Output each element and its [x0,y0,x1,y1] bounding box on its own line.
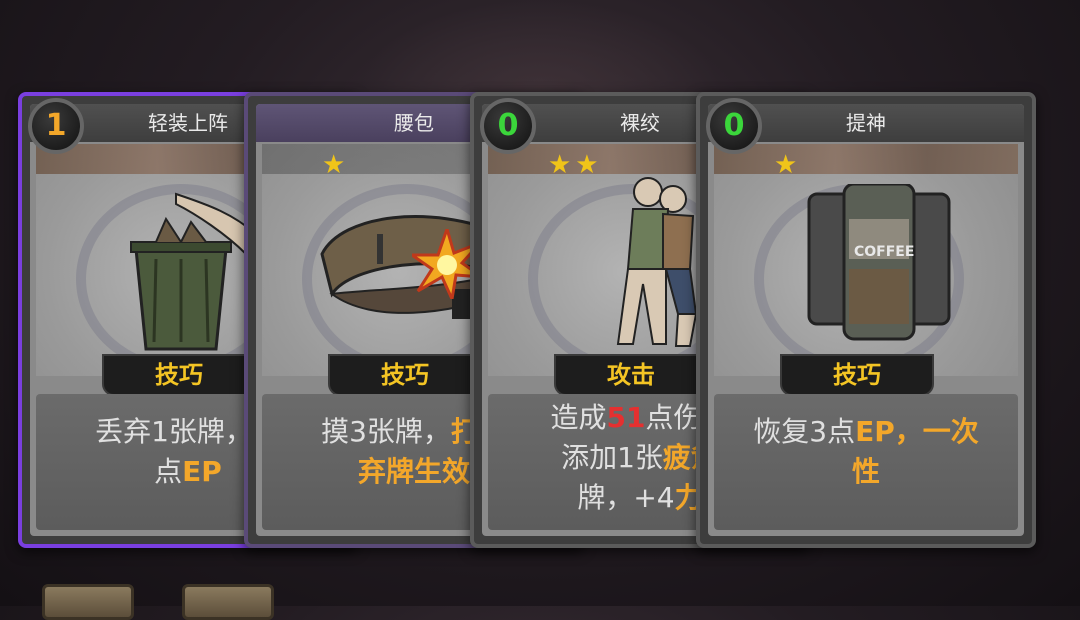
desc-highlight: ，一次 [894,415,979,448]
desc-text: 造成 [550,401,607,434]
energy-cost: 0 [480,98,536,154]
card-description: 恢复3点EP，一次 性 [714,394,1018,530]
bottom-hud-button[interactable] [42,584,134,620]
card-type-text: 攻击 [607,361,655,389]
desc-text: 恢复3点 [753,415,856,448]
card-type-text: 技巧 [833,361,881,389]
rarity-stars: ★ [774,150,802,180]
desc-text: 摸3张牌， [321,415,451,448]
desc-highlight-line: 性 [851,455,880,488]
coffee-cans-icon [807,184,951,341]
desc-line: 恢复3点EP，一次 [724,412,1008,452]
card-type-text: 技巧 [155,361,203,389]
card-title-text: 轻装上阵 [148,111,228,135]
desc-highlight: EP [182,455,222,488]
card-type-badge: 技巧 [328,354,482,396]
desc-highlight: EP [855,415,895,448]
energy-cost: 0 [706,98,762,154]
brush-stroke [714,144,1018,174]
card-title-text: 腰包 [394,111,434,135]
desc-text: 牌，+4 [577,481,675,514]
card-type-badge: 技巧 [780,354,934,396]
rarity-stars: ★ [322,150,350,180]
coffee-label: COFFEE [854,244,915,260]
card-type-text: 技巧 [381,361,429,389]
card-art: ★ COFFEE [714,144,1018,376]
card-type-badge: 攻击 [554,354,708,396]
card-title-text: 提神 [846,111,886,135]
card-type-badge: 技巧 [102,354,256,396]
energy-cost: 1 [28,98,84,154]
card-title-text: 裸绞 [620,111,660,135]
damage-value: 51 [606,401,646,434]
desc-text: 添加1张 [561,441,663,474]
desc-text: 点 [154,455,183,488]
bottom-hud-button[interactable] [182,584,274,620]
card-refresh[interactable]: 提神 ★ COFFEE 技巧 恢复3点EP，一次 性 0 [696,92,1036,548]
card-frame: 提神 ★ COFFEE 技巧 恢复3点EP，一次 性 [708,104,1024,536]
